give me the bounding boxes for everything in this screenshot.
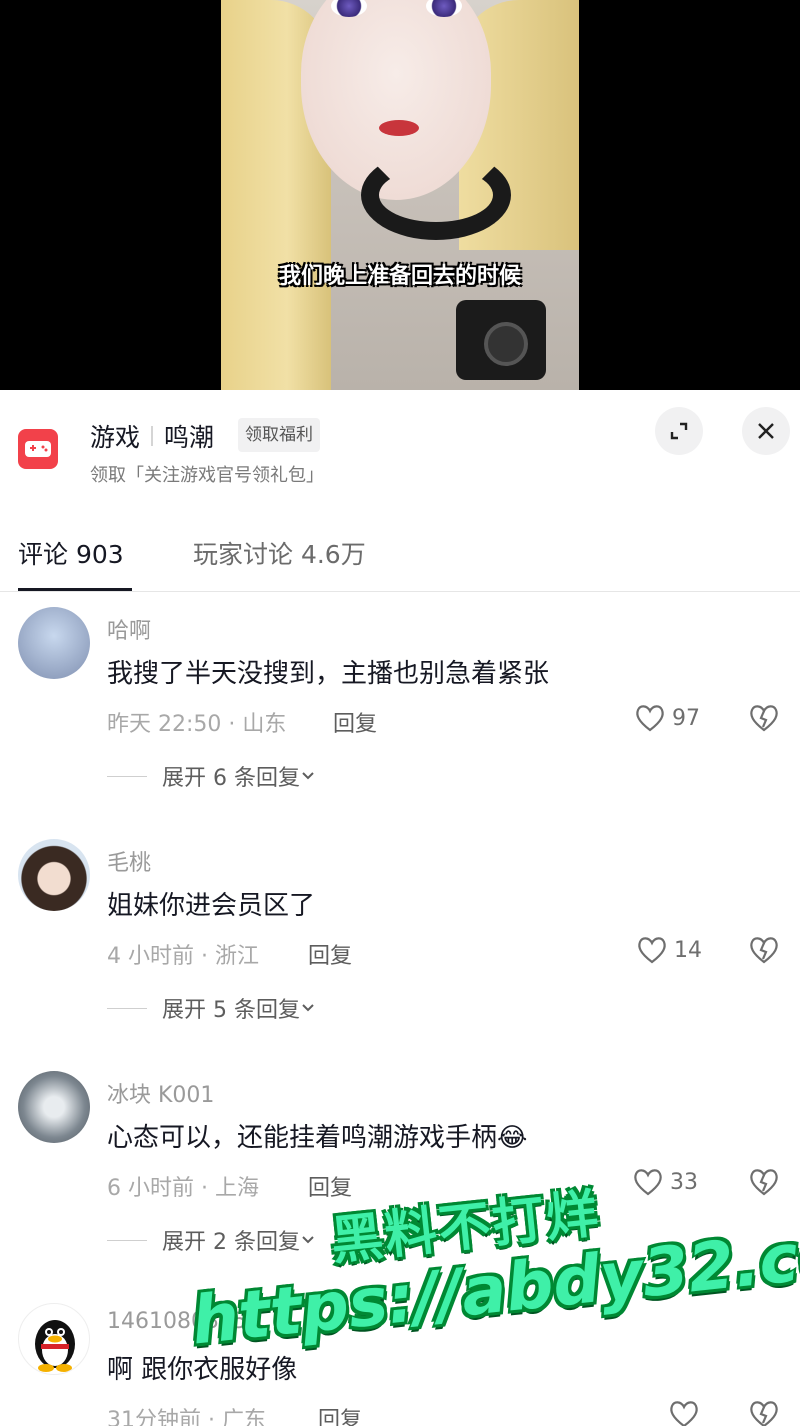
comment-meta: 4 小时前 · 浙江 (107, 944, 259, 969)
tab-divider (0, 591, 800, 592)
like-button[interactable] (668, 1399, 700, 1426)
like-button[interactable]: 14 (636, 935, 702, 965)
dislike-button[interactable] (748, 1167, 780, 1201)
expand-button[interactable] (655, 407, 703, 455)
broken-heart-icon (750, 1169, 778, 1196)
lips (379, 120, 419, 136)
expand-dash (107, 1007, 147, 1009)
expand-replies-label: 展开 5 条回复 (162, 998, 300, 1023)
broken-heart-icon (750, 1401, 778, 1426)
game-subtitle[interactable]: 领取「关注游戏官号领礼包」 (90, 461, 324, 487)
dislike-button[interactable] (748, 1399, 780, 1426)
tab-player-discussion[interactable]: 玩家讨论 4.6万 (193, 535, 366, 571)
eye-left (331, 0, 367, 17)
reply-button[interactable]: 回复 (308, 938, 352, 970)
game-name: 鸣潮 (164, 423, 215, 452)
game-category: 游戏 (90, 423, 141, 452)
expand-replies-button[interactable]: 展开 2 条回复 (107, 1224, 316, 1256)
like-count: 97 (672, 705, 700, 731)
avatar[interactable] (18, 1303, 90, 1375)
comment-meta: 31分钟前 · 广东 (107, 1408, 266, 1426)
like-button[interactable]: 33 (632, 1167, 698, 1197)
comment-username[interactable]: 毛桃 (107, 845, 151, 877)
reply-button[interactable]: 回复 (318, 1402, 362, 1426)
chevron-down-icon (302, 772, 314, 780)
comment-text: 姐妹你进会员区了 (107, 891, 316, 921)
dislike-button[interactable] (748, 935, 780, 969)
avatar[interactable] (18, 1071, 90, 1143)
heart-icon (638, 937, 666, 964)
heart-icon (670, 1401, 698, 1426)
expand-replies-button[interactable]: 展开 6 条回复 (107, 760, 316, 792)
chevron-down-icon (302, 1236, 314, 1244)
video-subtitle: 我们晚上准备回去的时候 (278, 264, 521, 289)
like-count: 33 (670, 1169, 698, 1195)
reply-button[interactable]: 回复 (333, 706, 377, 738)
gamepad-icon[interactable] (18, 429, 58, 469)
avatar[interactable] (18, 839, 90, 911)
game-title[interactable]: 游戏 鸣潮 (90, 418, 214, 454)
penguin-avatar-icon (35, 1320, 75, 1372)
camera-graphic (456, 300, 546, 380)
comment-text: 心态可以，还能挂着鸣潮游戏手柄😂 (107, 1123, 528, 1153)
broken-heart-icon (750, 705, 778, 732)
comment-username[interactable]: 冰块 K001 (107, 1077, 214, 1109)
video-player[interactable]: 我们晚上准备回去的时候 (0, 0, 800, 390)
heart-icon (636, 705, 664, 732)
expand-replies-label: 展开 6 条回复 (162, 766, 300, 791)
tab-comments[interactable]: 评论 903 (18, 535, 124, 571)
close-icon (758, 423, 774, 439)
expand-replies-label: 展开 2 条回复 (162, 1230, 300, 1255)
expand-replies-button[interactable]: 展开 5 条回复 (107, 992, 316, 1024)
dislike-button[interactable] (748, 703, 780, 737)
like-button[interactable]: 97 (634, 703, 700, 733)
claim-benefit-button[interactable]: 领取福利 (238, 418, 320, 452)
comment-text: 我搜了半天没搜到，主播也别急着紧张 (107, 659, 550, 689)
close-button[interactable] (742, 407, 790, 455)
heart-icon (634, 1169, 662, 1196)
broken-heart-icon (750, 937, 778, 964)
like-count: 14 (674, 937, 702, 963)
title-divider (151, 426, 154, 446)
comment-username[interactable]: 哈啊 (107, 613, 151, 645)
expand-dash (107, 775, 147, 777)
video-frame[interactable]: 我们晚上准备回去的时候 (221, 0, 579, 390)
headphone-graphic (361, 150, 511, 240)
comment-meta: 昨天 22:50 · 山东 (107, 712, 287, 737)
expand-dash (107, 1239, 147, 1241)
chevron-down-icon (302, 1004, 314, 1012)
eye-right (426, 0, 462, 17)
avatar[interactable] (18, 607, 90, 679)
comment-meta: 6 小时前 · 上海 (107, 1176, 259, 1201)
expand-icon (670, 422, 688, 440)
